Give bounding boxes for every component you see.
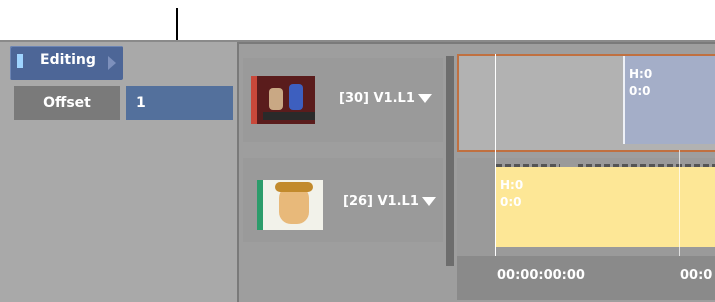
dropdown-arrow-icon[interactable]: [417, 94, 432, 103]
audio-clip-dotted-marker: [496, 164, 715, 167]
timecode-ruler[interactable]: [457, 256, 715, 300]
editing-mode-button[interactable]: Editing: [10, 46, 123, 80]
timecode-start: 00:00:00:00: [497, 268, 585, 283]
track-header-1[interactable]: [30] V1.L1: [243, 58, 443, 142]
timecode-next: 00:0: [680, 268, 713, 283]
offset-label: Offset: [14, 86, 120, 120]
thumbnail-figure-left: [269, 88, 283, 110]
offset-field[interactable]: 1: [126, 86, 233, 120]
track-scrollbar[interactable]: [446, 56, 454, 266]
mode-expand-arrow-icon[interactable]: [108, 56, 116, 70]
audio-clip-line1: H:0: [500, 178, 524, 192]
track-name-2[interactable]: [26] V1.L1: [343, 194, 436, 209]
timeline-guide-line: [679, 150, 680, 266]
track-thumbnail-1: [251, 76, 315, 124]
audio-clip-dot-gap: [560, 164, 578, 167]
mode-indicator-icon: [17, 54, 23, 68]
thumbnail-figure-right: [289, 84, 303, 110]
track-name-2-text: [26] V1.L1: [343, 194, 419, 209]
video-clip-line2: 0:0: [629, 84, 651, 98]
audio-clip-label: H:0 0:0: [500, 177, 523, 211]
mode-label: Editing: [40, 52, 96, 68]
dropdown-arrow-icon[interactable]: [421, 197, 436, 206]
thumbnail-hat: [275, 182, 313, 192]
audio-clip[interactable]: H:0 0:0: [496, 167, 715, 247]
track-thumbnail-2: [257, 180, 323, 230]
video-clip-line1: H:0: [629, 67, 653, 81]
audio-clip-line2: 0:0: [500, 195, 522, 209]
track-name-1-text: [30] V1.L1: [339, 91, 415, 106]
track-name-1[interactable]: [30] V1.L1: [339, 91, 432, 106]
thumbnail-floor: [263, 112, 315, 120]
video-clip-label: H:0 0:0: [629, 66, 652, 100]
video-clip[interactable]: H:0 0:0: [623, 56, 715, 144]
playhead-line[interactable]: [495, 54, 496, 266]
track-header-2[interactable]: [26] V1.L1: [243, 158, 443, 242]
